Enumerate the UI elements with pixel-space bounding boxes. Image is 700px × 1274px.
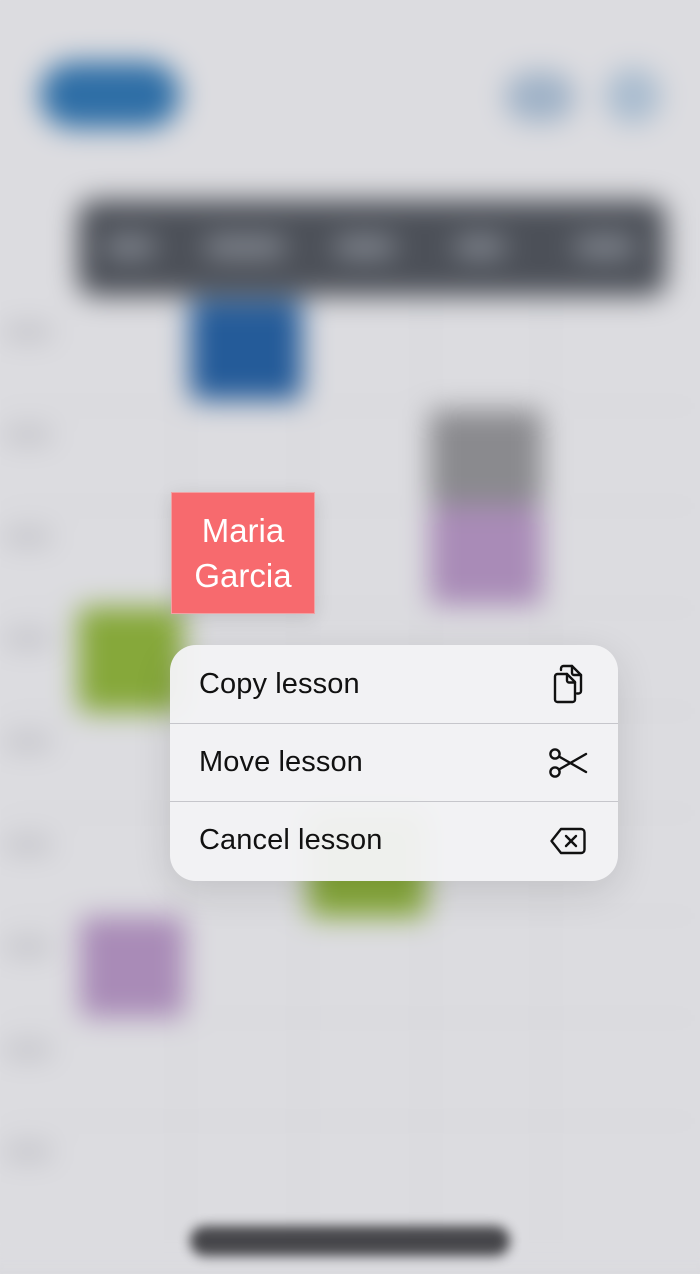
home-indicator — [190, 1226, 510, 1256]
toolbar-button — [605, 68, 661, 124]
day-label — [105, 238, 155, 256]
time-label — [4, 940, 52, 954]
time-label — [4, 735, 52, 749]
day-label — [335, 238, 395, 256]
delete-backward-icon — [548, 821, 588, 861]
time-label — [4, 632, 52, 646]
lesson-block — [80, 917, 185, 1017]
grid-line — [0, 505, 700, 507]
grid-line — [0, 1017, 700, 1019]
day-label — [205, 238, 285, 256]
move-lesson-menu-item[interactable]: Move lesson — [170, 723, 618, 801]
lesson-preview-card: Maria Garcia — [171, 492, 315, 614]
blurred-calendar-background — [0, 0, 700, 1274]
lesson-block — [430, 505, 542, 605]
lesson-block — [190, 300, 302, 400]
day-label — [575, 238, 635, 256]
copy-icon — [548, 664, 588, 704]
toolbar-button — [505, 72, 575, 122]
time-label — [4, 1043, 52, 1057]
time-label — [4, 325, 52, 339]
menu-item-label: Copy lesson — [199, 667, 360, 700]
copy-lesson-menu-item[interactable]: Copy lesson — [170, 645, 618, 723]
grid-line — [0, 405, 700, 407]
lesson-last-name: Garcia — [194, 557, 292, 594]
lesson-block — [78, 607, 183, 712]
cancel-lesson-menu-item[interactable]: Cancel lesson — [170, 801, 618, 879]
toolbar-button — [40, 62, 180, 128]
scissors-icon — [548, 743, 588, 783]
lesson-first-name: Maria — [201, 512, 285, 549]
grid-line — [0, 1120, 700, 1122]
lesson-context-menu: Copy lesson Move lesson Cancel lesson — [170, 645, 618, 881]
time-label — [4, 1145, 52, 1159]
menu-item-label: Move lesson — [199, 746, 363, 778]
lesson-block — [430, 410, 542, 505]
time-label — [4, 530, 52, 544]
menu-item-label: Cancel lesson — [199, 824, 383, 856]
time-label — [4, 838, 52, 852]
time-label — [4, 428, 52, 442]
day-label — [455, 238, 505, 256]
